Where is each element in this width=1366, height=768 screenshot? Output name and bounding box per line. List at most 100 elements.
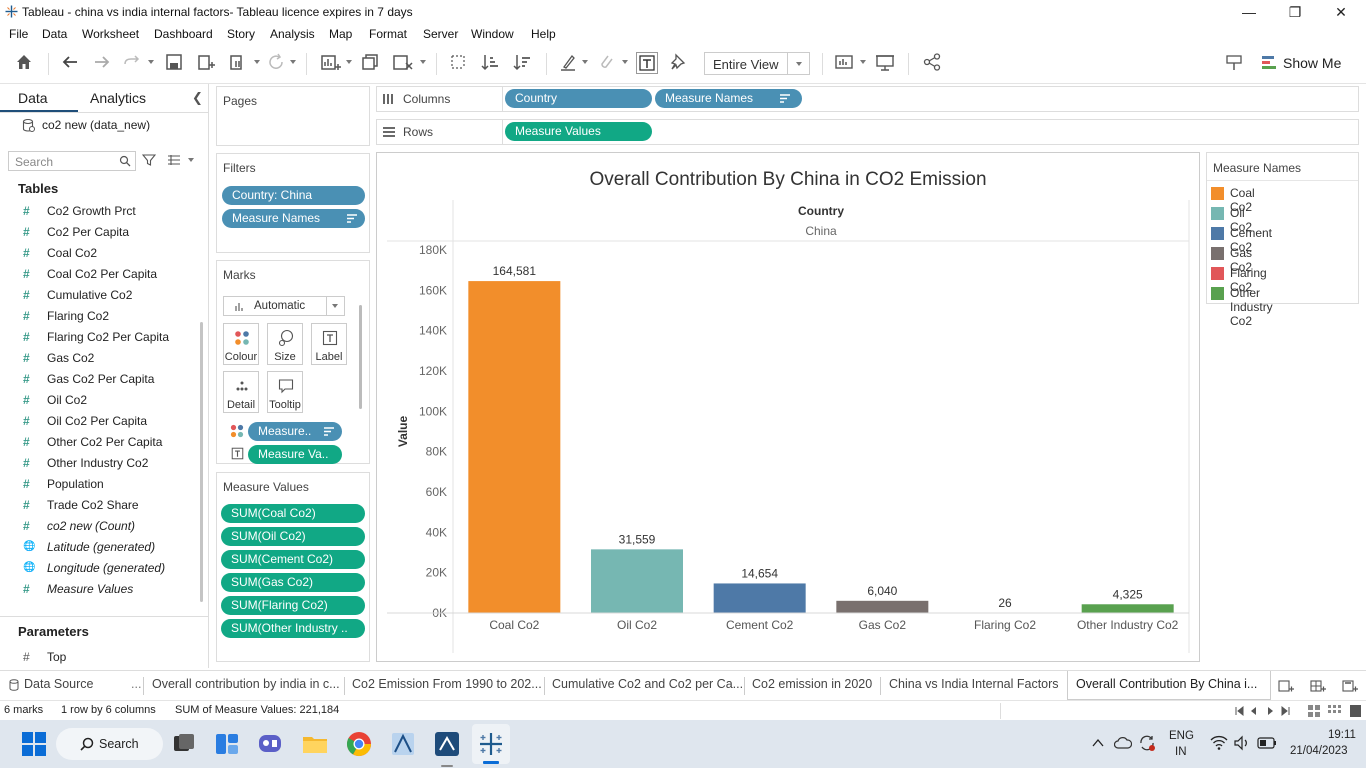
- field-item[interactable]: # Population: [0, 474, 200, 495]
- field-item[interactable]: # Gas Co2 Per Capita: [0, 369, 200, 390]
- menu-file[interactable]: File: [9, 27, 28, 41]
- swap-icon[interactable]: [448, 52, 468, 74]
- new-dashboard-tab-icon[interactable]: [1310, 678, 1326, 694]
- field-list-scrollbar[interactable]: [200, 322, 203, 602]
- menu-format[interactable]: Format: [369, 27, 407, 41]
- sheet-tab[interactable]: Overall contribution by india in c...: [152, 677, 340, 691]
- filter-icon[interactable]: [142, 153, 156, 167]
- marks-pill-measure-names[interactable]: Measure..: [248, 422, 342, 441]
- app-icon[interactable]: [389, 730, 417, 758]
- rows-shelf[interactable]: Rows Measure Values: [376, 119, 1359, 145]
- columns-pill-country[interactable]: Country: [505, 89, 652, 108]
- new-story-tab-icon[interactable]: [1342, 678, 1358, 694]
- field-item[interactable]: # Coal Co2 Per Capita: [0, 264, 200, 285]
- field-item[interactable]: # Oil Co2: [0, 390, 200, 411]
- new-datasource-icon[interactable]: [196, 52, 216, 74]
- field-item[interactable]: # Cumulative Co2: [0, 285, 200, 306]
- chrome-icon[interactable]: [345, 730, 373, 758]
- undo-icon[interactable]: [60, 52, 80, 74]
- field-item[interactable]: # Co2 Per Capita: [0, 222, 200, 243]
- field-item[interactable]: # Flaring Co2: [0, 306, 200, 327]
- clock-time[interactable]: 19:11: [1328, 729, 1356, 741]
- new-worksheet-icon[interactable]: [320, 52, 342, 74]
- clock-date[interactable]: 21/04/2023: [1290, 745, 1348, 757]
- sheet-tab[interactable]: Cumulative Co2 and Co2 per Ca...: [552, 677, 743, 691]
- duplicate-icon[interactable]: [360, 52, 380, 74]
- tab-data[interactable]: Data: [18, 90, 48, 106]
- file-explorer-icon[interactable]: [301, 730, 329, 758]
- label-button[interactable]: Label: [311, 323, 347, 365]
- redo-icon[interactable]: [92, 52, 112, 74]
- menu-dashboard[interactable]: Dashboard: [154, 27, 213, 41]
- field-item[interactable]: 🌐 Latitude (generated): [0, 537, 200, 558]
- wifi-icon[interactable]: [1210, 735, 1228, 751]
- size-button[interactable]: Size: [267, 323, 303, 365]
- minimize-button[interactable]: —: [1236, 2, 1262, 22]
- measure-value-pill[interactable]: SUM(Flaring Co2): [221, 596, 365, 615]
- pin-icon[interactable]: [668, 52, 688, 74]
- tooltip-button[interactable]: Tooltip: [267, 371, 303, 413]
- show-mark-labels-icon[interactable]: [636, 52, 658, 74]
- tableau-taskbar-active[interactable]: [472, 724, 510, 764]
- language-indicator[interactable]: ENG: [1169, 730, 1194, 742]
- sheet-tab[interactable]: Co2 emission in 2020: [752, 677, 872, 691]
- field-item[interactable]: # Other Industry Co2: [0, 453, 200, 474]
- chevron-up-icon[interactable]: [1092, 738, 1104, 748]
- menu-data[interactable]: Data: [42, 27, 67, 41]
- sheet-navigation-icons[interactable]: [1234, 705, 1298, 717]
- refresh-icon[interactable]: [266, 52, 286, 74]
- save-icon[interactable]: [164, 52, 184, 74]
- colour-button[interactable]: Colour: [223, 323, 259, 365]
- menu-analysis[interactable]: Analysis: [270, 27, 315, 41]
- taskbar-search[interactable]: Search: [56, 728, 163, 760]
- highlight-icon[interactable]: [558, 52, 578, 74]
- marks-pill-measure-values[interactable]: Measure Va..: [248, 445, 342, 464]
- region-indicator[interactable]: IN: [1175, 746, 1187, 758]
- menu-help[interactable]: Help: [531, 27, 556, 41]
- pages-shelf[interactable]: Pages: [216, 86, 370, 146]
- field-item[interactable]: 🌐 Longitude (generated): [0, 558, 200, 579]
- sync-icon[interactable]: [1138, 734, 1156, 752]
- filter-pill-country[interactable]: Country: China: [222, 186, 365, 205]
- field-item[interactable]: # Coal Co2: [0, 243, 200, 264]
- cards-icon[interactable]: [834, 52, 856, 74]
- columns-shelf[interactable]: Columns Country Measure Names: [376, 86, 1359, 112]
- measure-value-pill[interactable]: SUM(Gas Co2): [221, 573, 365, 592]
- view-options-icon[interactable]: [166, 153, 182, 167]
- parameter-item[interactable]: # Top: [0, 647, 200, 668]
- menu-window[interactable]: Window: [471, 27, 514, 41]
- field-item[interactable]: # Gas Co2: [0, 348, 200, 369]
- close-button[interactable]: ✕: [1328, 2, 1354, 22]
- measure-value-pill[interactable]: SUM(Other Industry ..: [221, 619, 365, 638]
- volume-icon[interactable]: [1233, 735, 1251, 751]
- colour-legend[interactable]: Measure Names Coal Co2 Oil Co2 Cement Co2 G…: [1206, 152, 1359, 328]
- sheet-tab[interactable]: China vs India Internal Factors: [889, 677, 1059, 691]
- measure-value-pill[interactable]: SUM(Oil Co2): [221, 527, 365, 546]
- marks-scrollbar[interactable]: [359, 305, 362, 409]
- bar-chart[interactable]: Overall Contribution By China in CO2 Emi…: [377, 153, 1199, 661]
- columns-pill-measure-names[interactable]: Measure Names: [655, 89, 802, 108]
- restore-button[interactable]: ❐: [1282, 2, 1308, 22]
- sheet-tab[interactable]: Co2 Emission From 1990 to 202...: [352, 677, 542, 691]
- tab-analytics[interactable]: Analytics: [90, 90, 146, 106]
- field-item[interactable]: # Co2 Growth Prct: [0, 201, 200, 222]
- field-item[interactable]: # Flaring Co2 Per Capita: [0, 327, 200, 348]
- battery-icon[interactable]: [1257, 737, 1277, 749]
- tab-data-source[interactable]: Data Source: [24, 677, 93, 691]
- collapse-pane-icon[interactable]: ❮: [192, 90, 203, 106]
- field-item[interactable]: # Other Co2 Per Capita: [0, 432, 200, 453]
- mark-type-select[interactable]: Automatic: [223, 296, 345, 316]
- presentation-mode-icon[interactable]: [874, 52, 896, 74]
- datasource-name[interactable]: co2 new (data_new): [42, 118, 150, 132]
- task-view-icon[interactable]: [170, 730, 198, 758]
- windows-start-icon[interactable]: [20, 730, 48, 758]
- menu-map[interactable]: Map: [329, 27, 352, 41]
- measure-value-pill[interactable]: SUM(Coal Co2): [221, 504, 365, 523]
- menu-server[interactable]: Server: [423, 27, 458, 41]
- detail-button[interactable]: Detail: [223, 371, 259, 413]
- sheet-view-icons[interactable]: [1308, 704, 1362, 718]
- home-icon[interactable]: [14, 52, 34, 74]
- share-icon[interactable]: [922, 52, 942, 74]
- group-members-icon[interactable]: [596, 52, 616, 74]
- tableau-public-icon[interactable]: [433, 730, 461, 758]
